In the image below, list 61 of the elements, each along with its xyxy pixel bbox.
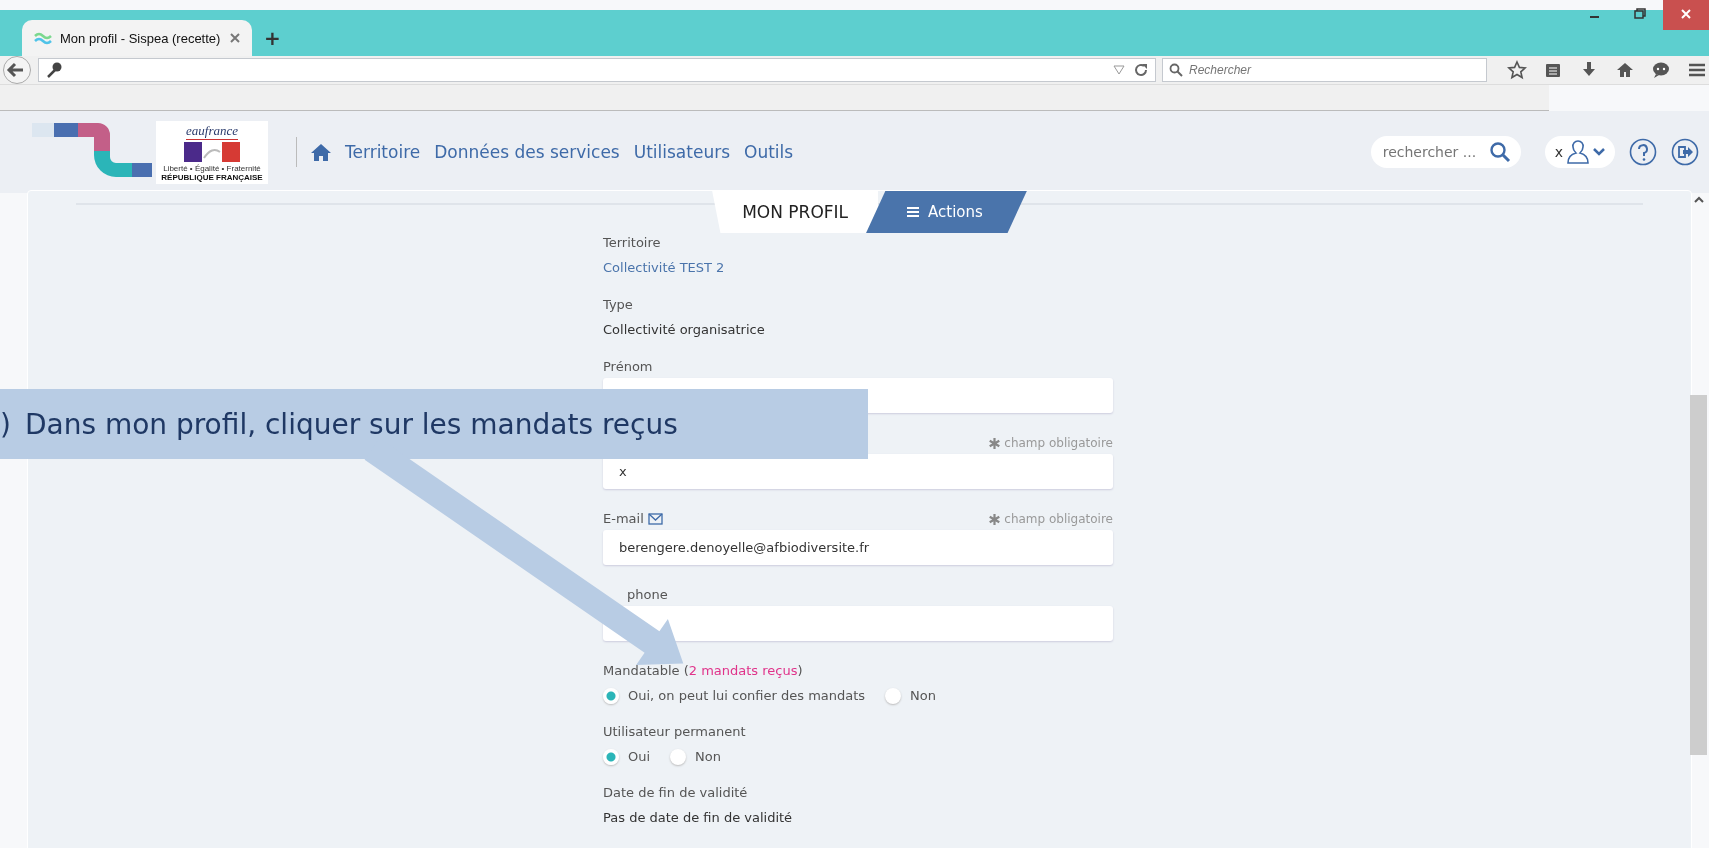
field-label: Prénom: [603, 358, 653, 376]
field-label: ): [797, 662, 803, 680]
search-icon[interactable]: [1488, 141, 1511, 163]
territory-link[interactable]: Collectivité TEST 2: [603, 258, 1113, 278]
nav-link[interactable]: Données des services: [434, 142, 620, 162]
field-value: Collectivité organisatrice: [603, 321, 766, 339]
nav-link[interactable]: Outils: [744, 142, 794, 162]
tab-title: Mon profil - Sispea (recette): [60, 30, 222, 46]
home-icon[interactable]: [311, 143, 331, 161]
radio-option[interactable]: Non: [670, 748, 721, 766]
address-field[interactable]: [38, 58, 1156, 82]
logout-icon[interactable]: [1671, 138, 1699, 166]
actions-button[interactable]: Actions: [866, 191, 1027, 233]
home-icon[interactable]: [1615, 60, 1635, 80]
new-tab-button[interactable]: +: [264, 26, 281, 50]
logo-text: eaufrance: [186, 122, 238, 140]
field-value: Pas de date de fin de validité: [603, 809, 794, 827]
field-label: E-mail: [603, 510, 644, 528]
wave-icon: [34, 31, 52, 45]
asterisk-icon: [989, 437, 1001, 449]
radio-option[interactable]: Oui, on peut lui confier des mandats: [603, 687, 866, 705]
star-icon[interactable]: [1507, 60, 1527, 80]
required-note: champ obligatoire: [1004, 512, 1113, 526]
user-icon: [1566, 139, 1590, 165]
key-icon: [45, 61, 63, 79]
field-label: Utilisateur permanent: [603, 723, 746, 741]
browser-tab[interactable]: Mon profil - Sispea (recette): [22, 20, 252, 56]
text-field[interactable]: x: [603, 454, 1113, 489]
mandates-link[interactable]: 2 mandats reçus: [688, 661, 798, 681]
text-field[interactable]: [603, 606, 1113, 641]
search-icon: [1169, 63, 1183, 77]
radio-option[interactable]: Oui: [603, 748, 651, 766]
text-field[interactable]: berengere.denoyelle@afbiodiversite.fr: [603, 530, 1113, 565]
field-label: Date de fin de validité: [603, 784, 749, 802]
back-icon[interactable]: [2, 55, 32, 85]
help-icon[interactable]: [1629, 138, 1657, 166]
callout-text: Dans mon profil, cliquer sur les mandats reçus: [24, 407, 678, 441]
search-field[interactable]: rechercher ...: [1370, 136, 1521, 168]
asterisk-icon: [989, 513, 1001, 525]
close-icon[interactable]: [230, 33, 240, 43]
user-menu[interactable]: x: [1544, 136, 1615, 168]
field-label: Mandatable (: [603, 662, 689, 680]
menu-icon: [906, 206, 921, 218]
chat-icon[interactable]: [1651, 60, 1671, 80]
chevron-up-icon: [1693, 196, 1704, 203]
field-label: Territoire: [603, 234, 662, 252]
search-field[interactable]: Rechercher: [1162, 58, 1487, 82]
required-note: champ obligatoire: [1004, 436, 1113, 450]
dropdown-icon: [1113, 65, 1125, 75]
chevron-down-icon: [1593, 148, 1605, 156]
reload-icon[interactable]: [1133, 62, 1149, 78]
profile-tab[interactable]: MON PROFIL: [712, 191, 879, 233]
nav-link[interactable]: Territoire: [345, 142, 421, 162]
field-label: phone: [627, 586, 668, 604]
field-label: Type: [603, 296, 634, 314]
nav-link[interactable]: Utilisateurs: [633, 142, 731, 162]
logo-text: RÉPUBLIQUE FRANÇAISE: [161, 172, 263, 182]
logo-motto: Liberté • Égalité • Fraternité: [163, 163, 261, 173]
close-icon[interactable]: [1663, 0, 1709, 30]
callout-number: ): [0, 407, 11, 441]
radio-option[interactable]: Non: [885, 687, 937, 705]
